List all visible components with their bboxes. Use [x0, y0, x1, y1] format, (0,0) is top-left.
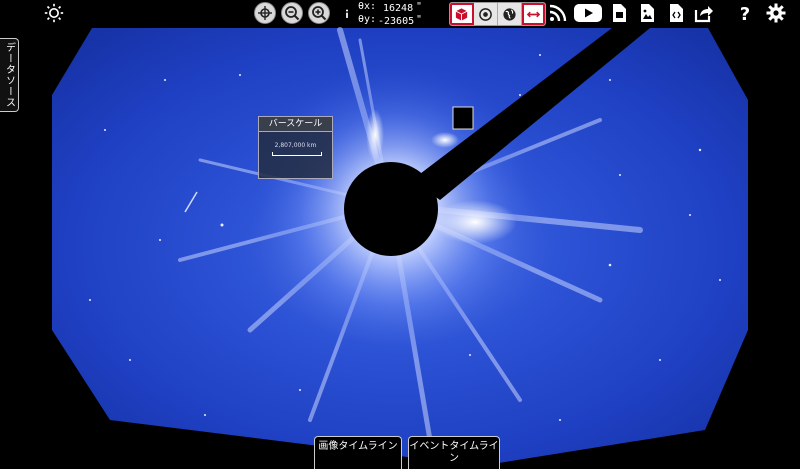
- event-timeline-tab[interactable]: イベントタイムライン: [408, 436, 500, 469]
- document-icon[interactable]: [608, 2, 630, 24]
- coord-y-unit: ": [416, 14, 423, 25]
- occulting-disc: [344, 162, 438, 256]
- zoom-out-icon: [285, 6, 300, 21]
- help-icon[interactable]: ?: [734, 2, 756, 24]
- scale-ruler-button[interactable]: [522, 3, 545, 25]
- bright-jet-north: [366, 109, 384, 161]
- scale-bar-value: 2,807,000 km: [274, 142, 317, 149]
- occulter-detail: [452, 106, 474, 130]
- coord-y-value: -23605: [378, 16, 415, 27]
- top-toolbar: θx: 16248 " θy: -23605 " ?: [0, 0, 800, 27]
- sun-view-button[interactable]: [474, 3, 498, 25]
- view-mode-toggle: [449, 2, 546, 26]
- ruler-icon: [526, 11, 541, 17]
- view-3d-button[interactable]: [450, 3, 474, 25]
- code-document-icon[interactable]: [665, 2, 687, 24]
- scale-bar-title: バースケール: [259, 117, 332, 132]
- rss-icon[interactable]: [547, 2, 569, 24]
- scale-bar-line: [272, 152, 322, 156]
- image-timeline-label: 画像タイムライン: [318, 441, 398, 452]
- coord-x-value: 16248: [383, 3, 414, 14]
- bright-jet-ne: [431, 132, 459, 148]
- event-timeline-label: イベントタイムライン: [409, 441, 499, 464]
- svg-text:?: ?: [740, 4, 750, 23]
- crosshair-icon: [258, 6, 272, 20]
- youtube-icon[interactable]: [574, 3, 602, 23]
- image-viewport[interactable]: [0, 0, 800, 469]
- image-timeline-tab[interactable]: 画像タイムライン: [314, 436, 402, 469]
- earth-icon: [503, 7, 516, 21]
- data-sources-tab[interactable]: データソース: [0, 38, 19, 112]
- center-view-button[interactable]: [254, 2, 276, 24]
- image-icon[interactable]: [636, 2, 658, 24]
- zoom-in-button[interactable]: [308, 2, 330, 24]
- coord-x-unit: ": [416, 1, 423, 12]
- data-sources-label: データソース: [3, 42, 15, 108]
- zoom-out-button[interactable]: [281, 2, 303, 24]
- cube-icon: [455, 7, 468, 21]
- lasco-coronagraph-image: [52, 27, 748, 466]
- share-icon[interactable]: [693, 2, 715, 24]
- zoom-in-icon: [312, 6, 327, 21]
- info-icon[interactable]: [339, 6, 355, 22]
- coord-x-label: θx:: [358, 1, 377, 12]
- earth-view-button[interactable]: [498, 3, 522, 25]
- gear-icon[interactable]: [765, 2, 787, 24]
- bright-jet-east: [433, 200, 517, 244]
- scale-bar-panel[interactable]: バースケール 2,807,000 km: [258, 116, 333, 179]
- coord-y-label: θy:: [358, 14, 377, 25]
- sun-outline-icon[interactable]: [43, 2, 65, 24]
- sun-disc-icon: [479, 7, 492, 21]
